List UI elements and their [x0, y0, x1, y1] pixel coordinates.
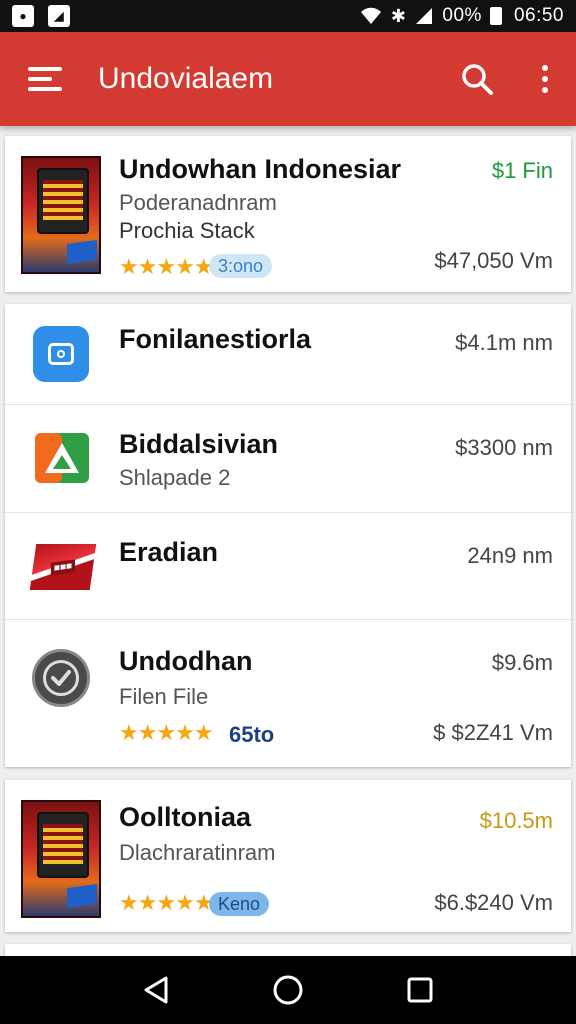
app-title: Undovialaem — [98, 62, 274, 95]
item-badge: 3:ono — [209, 254, 273, 278]
item-total: $6.$240 Vm — [434, 890, 553, 915]
list-item[interactable] — [5, 944, 571, 956]
item-detail: Prochia Stack — [119, 218, 255, 243]
back-icon[interactable] — [136, 970, 176, 1010]
app-list: Undowhan Indonesiar Poderanadnram Prochi… — [0, 126, 576, 956]
item-title: Biddalsivian — [119, 429, 279, 459]
wifi-icon — [360, 7, 381, 25]
item-total: $47,050 Vm — [434, 248, 553, 273]
list-item[interactable]: Undowhan Indonesiar Poderanadnram Prochi… — [5, 136, 571, 292]
item-price: $1 Fin — [491, 158, 553, 183]
item-total: $ $2Z41 Vm — [433, 720, 553, 745]
signal-icon — [416, 8, 433, 24]
rating-stars: ★★★★★ — [119, 890, 214, 915]
list-item[interactable]: Undodhan Filen File ★★★★★ 65to $9.6m $ $… — [5, 620, 571, 767]
item-price: $10.5m — [479, 808, 553, 833]
item-subtitle: Dlachraratinram — [119, 840, 276, 865]
image-notification-icon: ◢ — [48, 5, 70, 27]
navigation-bar — [0, 956, 576, 1024]
item-price: $9.6m — [491, 650, 553, 675]
rating-stars: ★★★★★ — [119, 254, 214, 279]
check-circle-icon — [32, 649, 90, 707]
item-title: Eradian — [119, 537, 219, 567]
flag-badge-icon: ■■■ — [29, 544, 97, 590]
item-price: $3300 nm — [455, 435, 553, 460]
app-bar: Undovialaem — [0, 32, 576, 126]
item-subtitle: Shlapade 2 — [119, 465, 231, 490]
play-store-icon — [35, 433, 89, 483]
app-cover-icon — [21, 800, 101, 918]
clock: 06:50 — [513, 5, 564, 26]
rating-stars: ★★★★★ — [119, 720, 214, 745]
more-options-icon[interactable] — [538, 65, 552, 93]
item-title: Oolltoniaa — [119, 802, 252, 832]
battery-percent: 00% — [442, 5, 482, 26]
search-icon[interactable] — [460, 62, 494, 96]
item-subtitle: Filen File — [119, 684, 209, 709]
item-price: $4.1m nm — [455, 330, 553, 355]
home-icon[interactable] — [268, 970, 308, 1010]
app-cover-icon — [21, 156, 101, 274]
list-item[interactable]: ■■■ Eradian 24n9 nm — [5, 513, 571, 620]
recents-icon[interactable] — [400, 970, 440, 1010]
item-title: Fonilanestiorla — [119, 324, 312, 354]
camera-icon — [33, 326, 89, 382]
list-item[interactable]: Fonilanestiorla $4.1m nm — [5, 304, 571, 405]
item-price: 24n9 nm — [467, 543, 553, 568]
notification-icon: ● — [12, 5, 34, 27]
item-count: 65to — [229, 722, 275, 747]
item-title: Undowhan Indonesiar — [119, 154, 402, 184]
item-title: Undodhan — [119, 646, 253, 676]
status-bar: ● ◢ ✱ 00% 06:50 — [0, 0, 576, 32]
list-item[interactable]: Oolltoniaa Dlachraratinram ★★★★★ Keno $1… — [5, 780, 571, 932]
item-badge: Keno — [209, 892, 270, 916]
bluetooth-icon: ✱ — [390, 5, 407, 26]
app-group: Fonilanestiorla $4.1m nm Biddalsivian Sh… — [5, 304, 571, 767]
item-subtitle: Poderanadnram — [119, 190, 277, 215]
battery-icon — [489, 7, 502, 25]
list-item[interactable]: Biddalsivian Shlapade 2 $3300 nm — [5, 405, 571, 513]
menu-icon[interactable] — [24, 62, 66, 96]
